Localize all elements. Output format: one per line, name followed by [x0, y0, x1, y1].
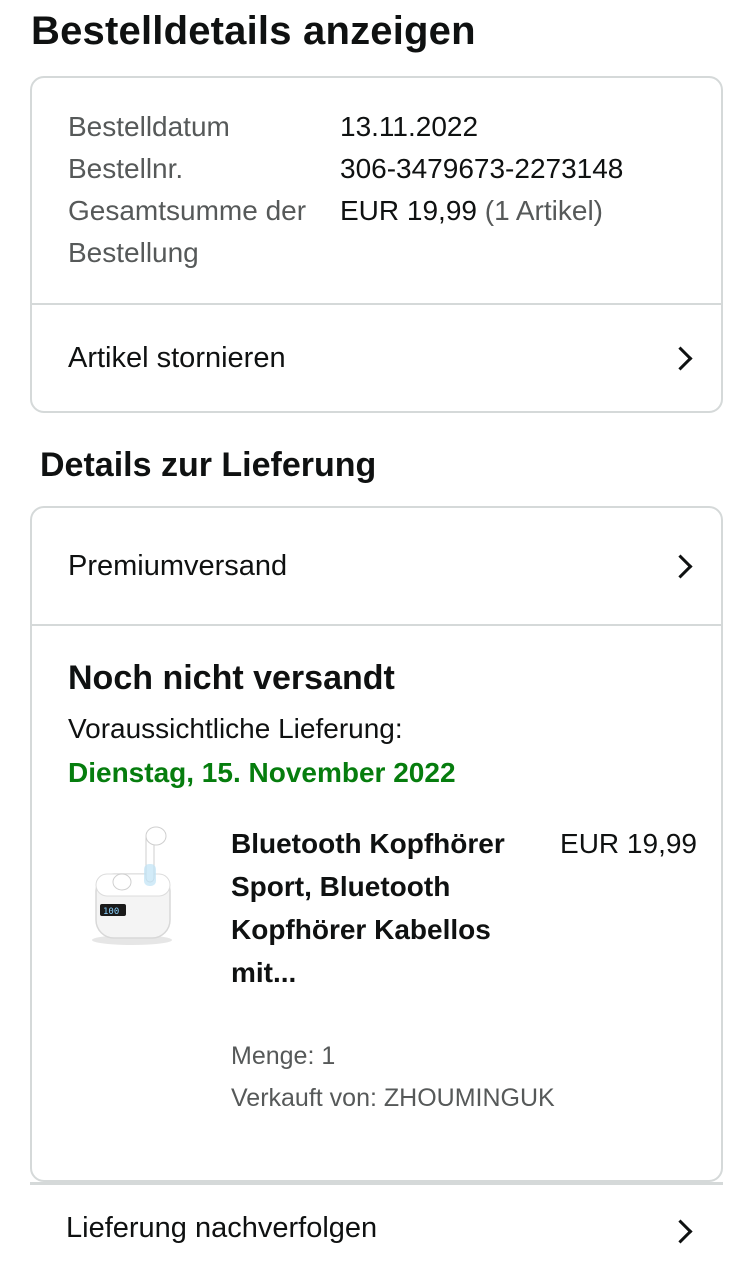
product-title[interactable]: Bluetooth Kopfhörer Sport, Bluetooth Kop…: [231, 822, 531, 994]
chevron-right-icon: [668, 1219, 693, 1244]
svg-text:100: 100: [103, 907, 119, 917]
chevron-right-icon: [668, 553, 693, 579]
order-total-row: Gesamtsumme der Bestellung EUR 19,99 (1 …: [68, 190, 623, 274]
order-date-value: 13.11.2022: [340, 111, 479, 142]
order-info: Bestelldatum 13.11.2022 Bestellnr. 306-3…: [68, 106, 623, 274]
order-number-value: 306-3479673-2273148: [340, 153, 624, 184]
product-image[interactable]: 100: [82, 824, 184, 952]
order-date-row: Bestelldatum 13.11.2022: [68, 106, 623, 148]
order-number-row: Bestellnr. 306-3479673-2273148: [68, 148, 623, 190]
delivery-section-title: Details zur Lieferung: [40, 446, 377, 484]
product-seller: Verkauft von: ZHOUMINGUK: [231, 1084, 555, 1112]
divider: [32, 624, 721, 626]
track-delivery-label: Lieferung nachverfolgen: [66, 1212, 378, 1244]
shipping-method-label: Premiumversand: [68, 549, 288, 582]
shipment-status: Noch nicht versandt: [68, 659, 395, 697]
order-total-amount: EUR 19,99: [340, 195, 477, 226]
order-item-count: (1 Artikel): [484, 195, 603, 226]
product-quantity: Menge: 1: [231, 1042, 336, 1070]
order-total-value: EUR 19,99 (1 Artikel): [340, 190, 603, 274]
chevron-right-icon: [668, 345, 693, 371]
order-date-label: Bestelldatum: [68, 111, 230, 142]
expected-delivery-label: Voraussichtliche Lieferung:: [68, 713, 403, 744]
product-price: EUR 19,99: [560, 828, 697, 859]
order-total-label: Gesamtsumme der Bestellung: [68, 195, 307, 268]
shipping-method-link[interactable]: Premiumversand: [32, 508, 721, 624]
cancel-items-link[interactable]: Artikel stornieren: [32, 305, 721, 411]
order-number-label: Bestellnr.: [68, 153, 184, 184]
order-summary-card: Bestelldatum 13.11.2022 Bestellnr. 306-3…: [30, 76, 723, 413]
page-title: Bestelldetails anzeigen: [31, 9, 476, 53]
cancel-items-label: Artikel stornieren: [68, 341, 286, 374]
delivery-card: Premiumversand Noch nicht versandt Vorau…: [30, 506, 723, 1182]
earbuds-image: 100: [92, 826, 172, 945]
track-delivery-link[interactable]: Lieferung nachverfolgen: [30, 1185, 723, 1280]
expected-delivery-date: Dienstag, 15. November 2022: [68, 757, 456, 788]
